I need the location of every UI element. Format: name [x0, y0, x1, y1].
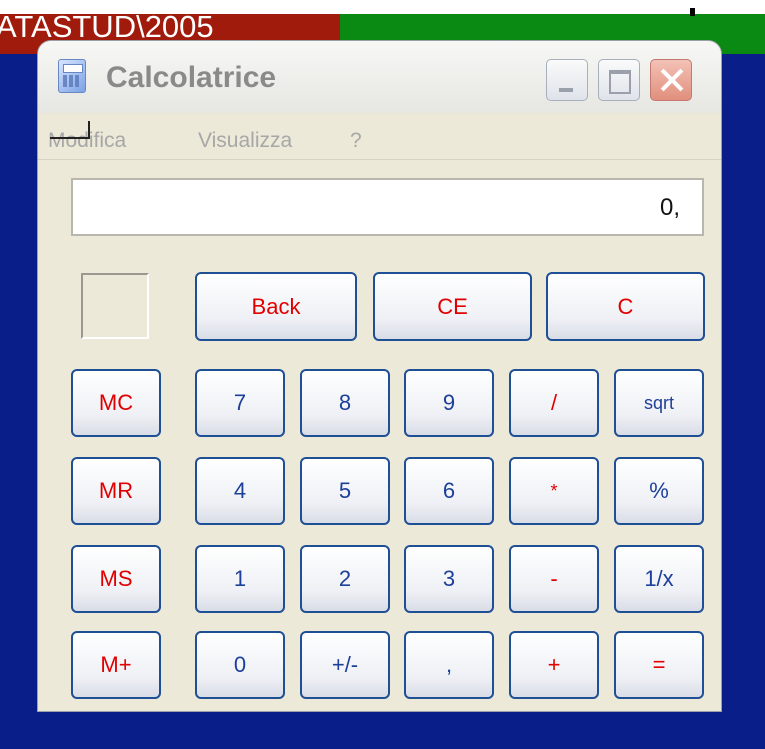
menu-help[interactable]: ?	[350, 129, 362, 153]
decimal-button[interactable]: ,	[404, 631, 494, 699]
multiply-button[interactable]: *	[509, 457, 599, 525]
maximize-button[interactable]	[598, 59, 640, 101]
memory-recall-button[interactable]: MR	[71, 457, 161, 525]
divide-button[interactable]: /	[509, 369, 599, 437]
key-1[interactable]: 1	[195, 545, 285, 613]
negate-button[interactable]: +/-	[300, 631, 390, 699]
calculator-display: 0,	[71, 178, 704, 236]
key-6[interactable]: 6	[404, 457, 494, 525]
memory-indicator	[81, 273, 149, 339]
key-2[interactable]: 2	[300, 545, 390, 613]
memory-add-button[interactable]: M+	[71, 631, 161, 699]
subtract-button[interactable]: -	[509, 545, 599, 613]
title-bar[interactable]: Calcolatrice	[38, 41, 721, 113]
equals-button[interactable]: =	[614, 631, 704, 699]
menu-visualizza[interactable]: Visualizza	[198, 129, 292, 153]
key-3[interactable]: 3	[404, 545, 494, 613]
add-button[interactable]: +	[509, 631, 599, 699]
background-mark	[690, 8, 695, 16]
reciprocal-button[interactable]: 1/x	[614, 545, 704, 613]
window-title: Calcolatrice	[106, 61, 277, 94]
minimize-button[interactable]	[546, 59, 588, 101]
text-cursor-icon	[50, 121, 90, 143]
key-5[interactable]: 5	[300, 457, 390, 525]
menu-bar: Modifica Visualizza ?	[38, 119, 721, 160]
sqrt-button[interactable]: sqrt	[614, 369, 704, 437]
memory-store-button[interactable]: MS	[71, 545, 161, 613]
display-value: 0,	[659, 194, 680, 221]
memory-clear-button[interactable]: MC	[71, 369, 161, 437]
key-9[interactable]: 9	[404, 369, 494, 437]
calculator-icon[interactable]	[58, 59, 86, 93]
top-strip	[0, 0, 765, 14]
key-8[interactable]: 8	[300, 369, 390, 437]
key-7[interactable]: 7	[195, 369, 285, 437]
calculator-window: Calcolatrice Modifica Visualizza ? 0, Ba…	[37, 40, 722, 712]
key-4[interactable]: 4	[195, 457, 285, 525]
percent-button[interactable]: %	[614, 457, 704, 525]
back-button[interactable]: Back	[195, 272, 357, 341]
clear-entry-button[interactable]: CE	[373, 272, 532, 341]
close-button[interactable]	[650, 59, 692, 101]
key-0[interactable]: 0	[195, 631, 285, 699]
clear-button[interactable]: C	[546, 272, 705, 341]
